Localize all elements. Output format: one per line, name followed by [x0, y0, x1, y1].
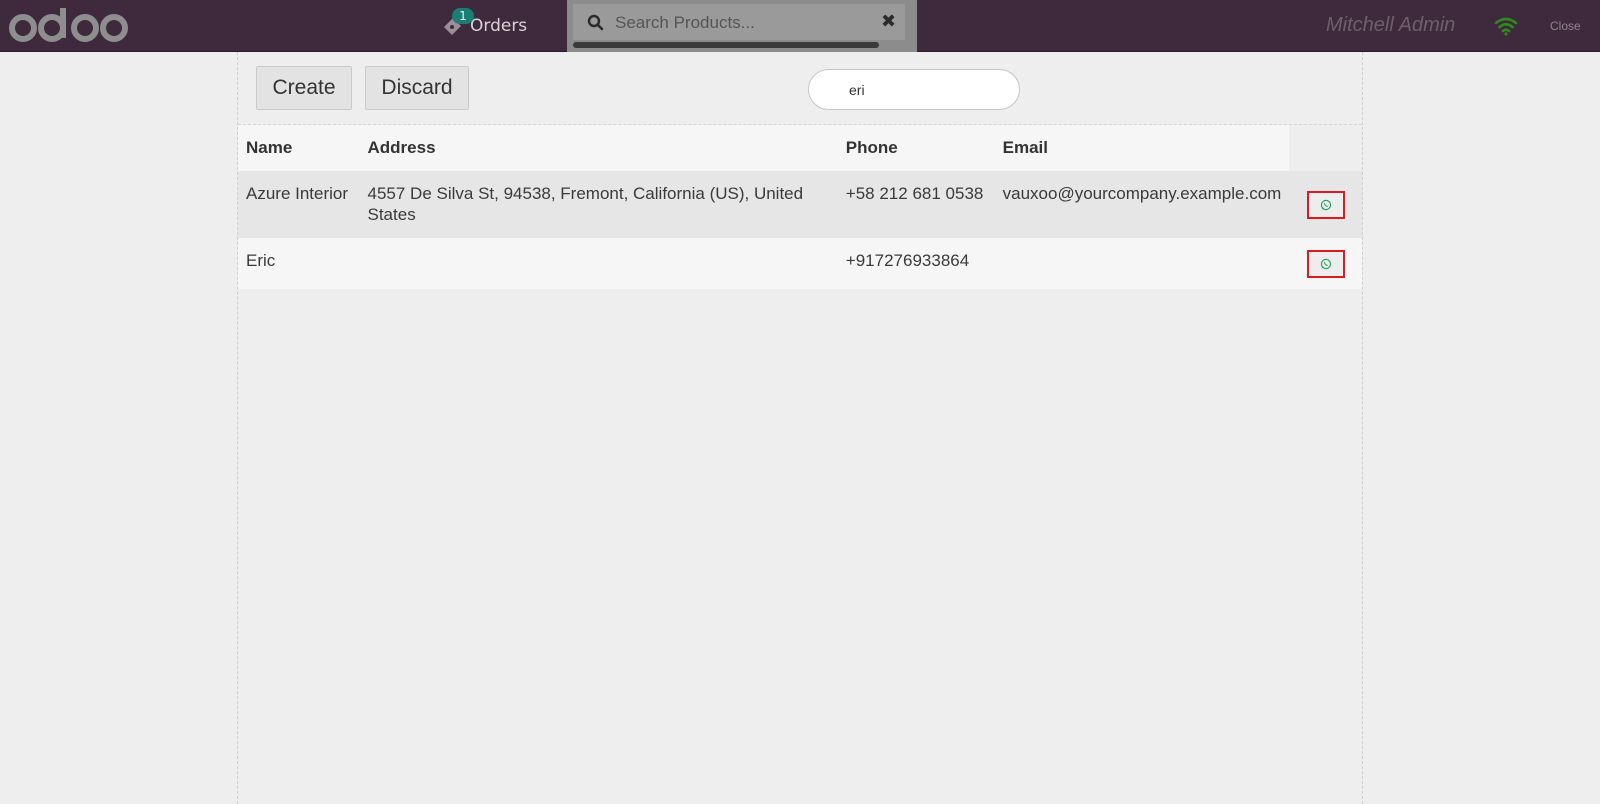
- discard-button[interactable]: Discard: [365, 66, 469, 110]
- row-actions: [1289, 171, 1362, 238]
- customer-table: Name Address Phone Email Azure Interior …: [238, 125, 1362, 289]
- column-header-address: Address: [359, 125, 838, 171]
- create-button[interactable]: Create: [256, 66, 352, 110]
- search-scrollbar[interactable]: [573, 42, 879, 48]
- product-search-box: ✖: [573, 4, 905, 40]
- customer-search: [808, 69, 1020, 110]
- product-search: ✖: [567, 0, 917, 52]
- customer-name: Azure Interior: [238, 171, 360, 238]
- whatsapp-icon: [1320, 258, 1331, 269]
- user-name[interactable]: Mitchell Admin: [1326, 14, 1455, 37]
- table-row[interactable]: Azure Interior 4557 De Silva St, 94538, …: [238, 171, 1362, 238]
- orders-label: Orders: [470, 16, 528, 36]
- column-header-email: Email: [994, 125, 1290, 171]
- column-header-phone: Phone: [837, 125, 995, 171]
- whatsapp-button[interactable]: [1306, 190, 1345, 219]
- odoo-logo-icon: [9, 8, 128, 42]
- customer-address: [359, 238, 838, 289]
- search-icon: [587, 14, 604, 35]
- customer-search-input[interactable]: [849, 80, 999, 100]
- top-navbar: 1 Orders ✖ Mitchell Admin Close: [0, 0, 1600, 52]
- customer-phone: +917276933864: [837, 238, 995, 289]
- orders-button[interactable]: 1 Orders: [442, 0, 527, 52]
- odoo-logo: [8, 6, 132, 46]
- close-icon[interactable]: ✖: [881, 11, 896, 32]
- column-header-actions: [1289, 125, 1362, 171]
- customer-email: [994, 238, 1290, 289]
- customer-list-panel: Create Discard Name Address Phone Email …: [237, 52, 1363, 804]
- customer-address: 4557 De Silva St, 94538, Fremont, Califo…: [359, 171, 838, 238]
- whatsapp-icon: [1320, 199, 1331, 210]
- table-header-row: Name Address Phone Email: [238, 125, 1362, 171]
- close-button[interactable]: Close: [1550, 19, 1581, 33]
- customer-email: vauxoo@yourcompany.example.com: [994, 171, 1290, 238]
- product-search-input[interactable]: [615, 10, 865, 36]
- customer-name: Eric: [238, 238, 360, 289]
- column-header-name: Name: [238, 125, 360, 171]
- table-row[interactable]: Eric +917276933864: [238, 238, 1362, 289]
- customer-phone: +58 212 681 0538: [837, 171, 995, 238]
- ticket-icon: 1: [442, 8, 474, 37]
- wifi-icon: [1494, 16, 1518, 40]
- row-actions: [1289, 238, 1362, 289]
- orders-count-badge: 1: [452, 8, 474, 24]
- whatsapp-button[interactable]: [1306, 249, 1345, 278]
